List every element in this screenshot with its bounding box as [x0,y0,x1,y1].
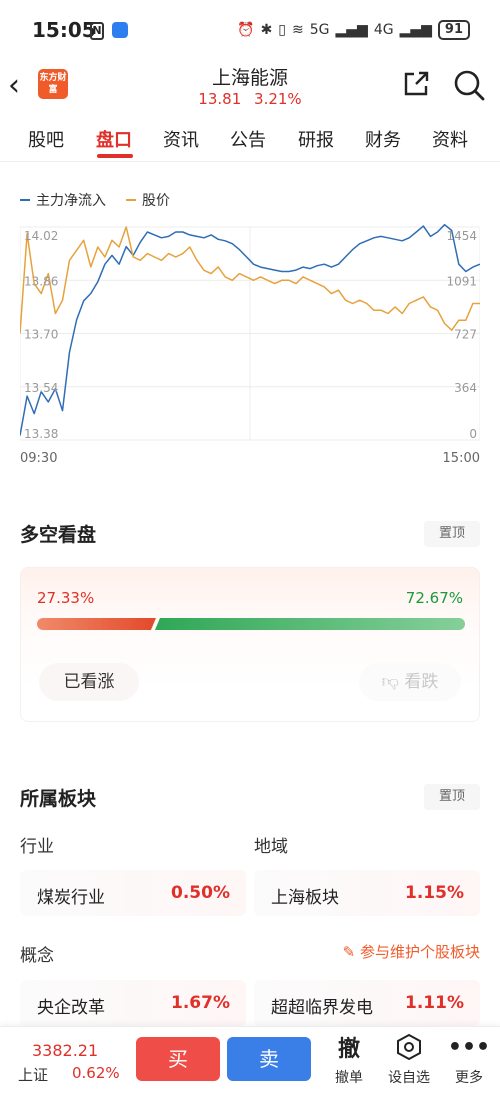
sector-title: 所属板块 [20,788,97,810]
industry-label: 行业 [20,837,54,857]
bull-bar-segment [37,618,156,630]
left-axis-tick: 13.38 [24,427,58,441]
more-label: 更多 [455,1070,483,1086]
stock-price: 13.81 [198,90,242,108]
signal-icon-2: ▂▄▆ [399,22,432,38]
hexagon-icon [381,1033,437,1061]
right-axis-tick: 364 [454,381,477,395]
tab-news[interactable]: 资讯 [163,126,199,152]
bearish-button[interactable]: 👎︎ 看跌 [359,663,461,701]
pencil-icon: ✎ [342,943,356,961]
concept-label: 概念 [20,946,54,966]
sentiment-ratio-bar [37,618,465,630]
right-axis-tick: 0 [469,427,477,441]
stock-header: ‹ 东方财富 上海能源 13.81 3.21% [0,60,500,114]
search-icon[interactable] [452,68,486,102]
cancel-order-button[interactable]: 撤 撤单 [321,1033,377,1087]
legend-swatch-price [126,199,136,201]
left-axis-tick: 13.86 [24,274,58,288]
tab-bar: 股吧 盘口 资讯 公告 研报 财务 资料 [0,114,500,162]
bear-percent: 72.67% [405,589,463,607]
tab-guba[interactable]: 股吧 [28,126,64,152]
left-axis-tick: 13.70 [24,328,58,342]
cancel-order-icon: 撤 [337,1037,360,1062]
tab-pankou[interactable]: 盘口 [96,126,132,152]
sector-change: 1.15% [405,883,464,903]
sector-card-concept[interactable]: 超超临界发电 1.11% [254,980,480,1026]
index-change[interactable]: 0.62% [72,1064,120,1082]
signal-icon: ▂▄▆ [335,22,368,38]
buy-button[interactable]: 买 [136,1037,220,1081]
right-axis-tick: 1454 [446,229,477,243]
sector-name: 煤炭行业 [37,888,105,908]
more-button[interactable]: ••• 更多 [441,1033,497,1087]
maintain-sector-label: 参与维护个股板块 [359,943,480,961]
status-time: 15:05 [32,18,96,42]
bull-percent: 27.33% [37,589,95,607]
sector-name: 超超临界发电 [271,998,373,1018]
tab-research[interactable]: 研报 [298,126,334,152]
status-icons: ⏰ ✱ ▯ ≋ 5G ▂▄▆ 4G ▂▄▆ 91 [237,20,470,40]
sentiment-card: 27.33% 72.67% 已看涨 👎︎ 看跌 [20,567,480,722]
app-notification-icon [112,22,128,38]
sentiment-pin-button[interactable]: 置顶 [424,521,480,547]
index-value[interactable]: 3382.21 [32,1041,98,1060]
tab-profile[interactable]: 资料 [432,126,468,152]
x-axis-end-label: 15:00 [443,451,480,466]
stock-change-pct: 3.21% [254,90,302,108]
sector-name: 央企改革 [37,998,105,1018]
nfc-icon: N [90,22,104,40]
sell-button[interactable]: 卖 [227,1037,311,1081]
tab-announcements[interactable]: 公告 [230,126,266,152]
sentiment-title: 多空看盘 [20,524,97,546]
sector-change: 1.11% [405,993,464,1013]
tab-finance[interactable]: 财务 [365,126,401,152]
sector-card-industry[interactable]: 煤炭行业 0.50% [20,870,246,916]
bearish-button-label: 看跌 [404,672,439,692]
right-axis-tick: 727 [454,328,477,342]
status-bar: 15:05 N ⏰ ✱ ▯ ≋ 5G ▂▄▆ 4G ▂▄▆ 91 [0,0,500,60]
sector-change: 1.67% [171,993,230,1013]
bottom-trade-bar: 3382.21 上证 0.62% 买 卖 撤 撤单 设自选 ••• 更多 [0,1026,500,1105]
legend-label-price: 股价 [142,193,170,209]
cancel-order-label: 撤单 [335,1070,363,1086]
share-icon[interactable] [402,70,430,98]
left-axis-tick: 14.02 [24,229,58,243]
x-axis-start-label: 09:30 [20,451,57,466]
maintain-sector-link[interactable]: ✎ 参与维护个股板块 [343,941,480,962]
sector-name: 上海板块 [271,888,339,908]
sector-pin-button[interactable]: 置顶 [424,784,480,810]
more-dots-icon: ••• [447,1034,491,1060]
intraday-chart[interactable]: 14.02 13.86 13.70 13.54 13.38 1454 1091 727 364 0… [20,222,480,472]
legend-main-flow: 主力净流入 [20,190,106,210]
add-watchlist-button[interactable]: 设自选 [381,1033,437,1087]
bear-bar-segment [154,618,465,630]
wifi-icon: ≋ [292,22,304,38]
add-watchlist-label: 设自选 [388,1070,430,1086]
thumbs-down-icon: 👎︎ [381,672,399,692]
left-axis-tick: 13.54 [24,381,58,395]
sector-change: 0.50% [171,883,230,903]
signal-5g-label: 5G [309,22,330,38]
legend-swatch-main-flow [20,199,30,201]
battery-icon: 91 [437,20,470,40]
active-tab-indicator [97,154,133,158]
signal-4g-label: 4G [373,22,394,38]
sector-card-concept[interactable]: 央企改革 1.67% [20,980,246,1026]
legend-label-main-flow: 主力净流入 [36,193,106,209]
legend-price: 股价 [126,190,170,210]
alarm-icon: ⏰ [237,22,255,38]
region-label: 地域 [254,837,288,857]
vibrate-icon: ▯ [278,22,287,38]
right-axis-tick: 1091 [446,274,477,288]
bullish-button[interactable]: 已看涨 [39,663,139,701]
sector-card-region[interactable]: 上海板块 1.15% [254,870,480,916]
chart-legend: 主力净流入 股价 [20,190,170,210]
index-name[interactable]: 上证 [18,1064,48,1085]
bluetooth-icon: ✱ [260,22,273,38]
